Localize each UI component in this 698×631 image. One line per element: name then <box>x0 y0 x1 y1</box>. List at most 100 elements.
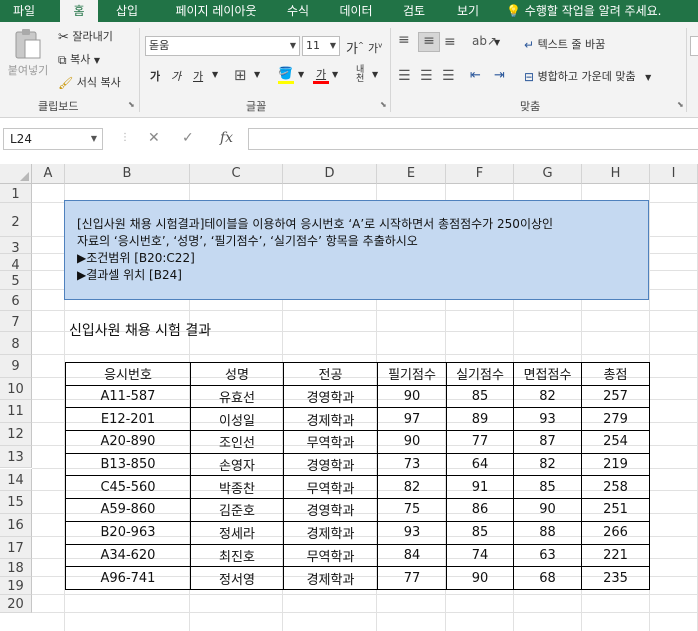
name-box[interactable]: L24 ▼ <box>3 128 103 150</box>
table-cell[interactable]: 경제학과 <box>283 407 378 432</box>
column-header-cell[interactable]: 전공 <box>283 362 378 386</box>
tab-page-layout[interactable]: 페이지 레이아웃 <box>160 0 272 22</box>
row-header-4[interactable]: 4 <box>0 254 32 273</box>
table-cell[interactable]: 73 <box>377 452 447 477</box>
row-header-12[interactable]: 12 <box>0 423 32 446</box>
table-cell[interactable]: A59-860 <box>65 498 191 522</box>
fill-color-icon[interactable]: 🪣 <box>278 66 296 84</box>
table-cell[interactable]: 77 <box>446 430 514 454</box>
dialog-launcher-icon[interactable]: ⬊ <box>128 100 135 109</box>
table-cell[interactable]: 82 <box>513 452 582 477</box>
tab-data[interactable]: 데이터 <box>330 0 382 22</box>
table-cell[interactable]: 경영학과 <box>283 452 378 477</box>
increase-font-icon[interactable]: 가^ <box>346 38 364 57</box>
row-header-1[interactable]: 1 <box>0 184 32 203</box>
font-color-icon[interactable]: 가 <box>313 66 329 84</box>
column-header-g[interactable]: G <box>514 164 582 184</box>
row-header-8[interactable]: 8 <box>0 332 32 355</box>
cut-button[interactable]: ✂ 잘라내기 <box>58 28 113 45</box>
table-cell[interactable]: A20-890 <box>65 430 191 454</box>
table-cell[interactable]: 최진호 <box>190 543 284 568</box>
enter-icon[interactable]: ✓ <box>182 130 194 146</box>
italic-icon[interactable]: 가 <box>171 68 181 84</box>
table-cell[interactable]: 손영자 <box>190 452 284 477</box>
table-cell[interactable]: 258 <box>581 475 650 500</box>
table-cell[interactable]: 84 <box>377 543 447 568</box>
merge-center-button[interactable]: ⊟ 병합하고 가운데 맞춤 ▼ <box>524 68 651 84</box>
increase-indent-icon[interactable]: ⇥ <box>494 68 505 83</box>
table-cell[interactable]: 254 <box>581 430 650 454</box>
table-cell[interactable]: 85 <box>513 475 582 500</box>
table-cell[interactable]: 89 <box>446 407 514 432</box>
table-cell[interactable]: 87 <box>513 430 582 454</box>
table-cell[interactable]: 68 <box>513 566 582 590</box>
align-center-icon[interactable]: ☰ <box>420 68 433 84</box>
table-cell[interactable]: 85 <box>446 384 514 409</box>
align-bottom-icon[interactable]: ≡ <box>444 34 456 50</box>
table-cell[interactable]: 97 <box>377 407 447 432</box>
align-top-icon[interactable]: ≡ <box>398 32 410 48</box>
table-cell[interactable]: 정세라 <box>190 520 284 545</box>
dialog-launcher-icon[interactable]: ⬊ <box>677 100 684 109</box>
table-cell[interactable]: 257 <box>581 384 650 409</box>
table-cell[interactable]: 91 <box>446 475 514 500</box>
table-cell[interactable]: 정서영 <box>190 566 284 590</box>
decrease-indent-icon[interactable]: ⇤ <box>470 68 481 83</box>
chevron-down-icon[interactable]: ▼ <box>298 70 304 79</box>
column-header-c[interactable]: C <box>190 164 283 184</box>
table-cell[interactable]: 무역학과 <box>283 475 378 500</box>
tab-formulas[interactable]: 수식 <box>280 0 316 22</box>
column-header-e[interactable]: E <box>377 164 446 184</box>
column-header-cell[interactable]: 면접점수 <box>513 362 582 386</box>
table-cell[interactable]: 무역학과 <box>283 430 378 454</box>
row-header-17[interactable]: 17 <box>0 536 32 560</box>
table-cell[interactable]: 조인선 <box>190 430 284 454</box>
table-cell[interactable]: 64 <box>446 452 514 477</box>
table-cell[interactable]: 86 <box>446 498 514 522</box>
chevron-down-icon[interactable]: ▼ <box>332 70 338 79</box>
row-header-6[interactable]: 6 <box>0 290 32 311</box>
tab-view[interactable]: 보기 <box>450 0 486 22</box>
decrease-font-icon[interactable]: 가v <box>368 40 382 56</box>
table-cell[interactable]: 75 <box>377 498 447 522</box>
table-cell[interactable]: 279 <box>581 407 650 432</box>
tell-me-box[interactable]: 💡 수행할 작업을 알려 주세요. <box>506 0 698 22</box>
table-cell[interactable]: 경영학과 <box>283 384 378 409</box>
tab-file[interactable]: 파일 <box>0 0 48 22</box>
insert-function-icon[interactable]: fx <box>220 130 233 146</box>
table-cell[interactable]: 88 <box>513 520 582 545</box>
align-middle-icon[interactable]: ≡ <box>418 32 440 52</box>
table-cell[interactable]: 90 <box>446 566 514 590</box>
row-header-3[interactable]: 3 <box>0 237 32 256</box>
align-right-icon[interactable]: ☰ <box>442 68 455 84</box>
row-header-15[interactable]: 15 <box>0 491 32 514</box>
table-cell[interactable]: 경영학과 <box>283 498 378 522</box>
row-header-7[interactable]: 7 <box>0 311 32 332</box>
table-cell[interactable]: 82 <box>377 475 447 500</box>
row-header-5[interactable]: 5 <box>0 271 32 290</box>
table-cell[interactable]: 219 <box>581 452 650 477</box>
table-cell[interactable]: 박종찬 <box>190 475 284 500</box>
table-cell[interactable]: 90 <box>377 430 447 454</box>
tab-insert[interactable]: 삽입 <box>108 0 146 22</box>
table-cell[interactable]: 251 <box>581 498 650 522</box>
table-cell[interactable]: 90 <box>377 384 447 409</box>
table-cell[interactable]: 90 <box>513 498 582 522</box>
row-header-20[interactable]: 20 <box>0 595 32 614</box>
table-cell[interactable]: 이성일 <box>190 407 284 432</box>
underline-icon[interactable]: 가 <box>193 68 203 84</box>
table-cell[interactable]: 77 <box>377 566 447 590</box>
table-cell[interactable]: 김준호 <box>190 498 284 522</box>
borders-icon[interactable]: ⊞ <box>234 66 247 84</box>
column-header-cell[interactable]: 응시번호 <box>65 362 191 386</box>
select-all-corner[interactable] <box>0 164 32 184</box>
table-cell[interactable]: A34-620 <box>65 543 191 568</box>
table-cell[interactable]: 93 <box>377 520 447 545</box>
table-cell[interactable]: 74 <box>446 543 514 568</box>
table-cell[interactable]: 무역학과 <box>283 543 378 568</box>
table-cell[interactable]: 221 <box>581 543 650 568</box>
chevron-down-icon[interactable]: ▼ <box>372 70 378 79</box>
column-header-a[interactable]: A <box>32 164 65 184</box>
column-header-h[interactable]: H <box>582 164 650 184</box>
column-header-i[interactable]: I <box>650 164 698 184</box>
